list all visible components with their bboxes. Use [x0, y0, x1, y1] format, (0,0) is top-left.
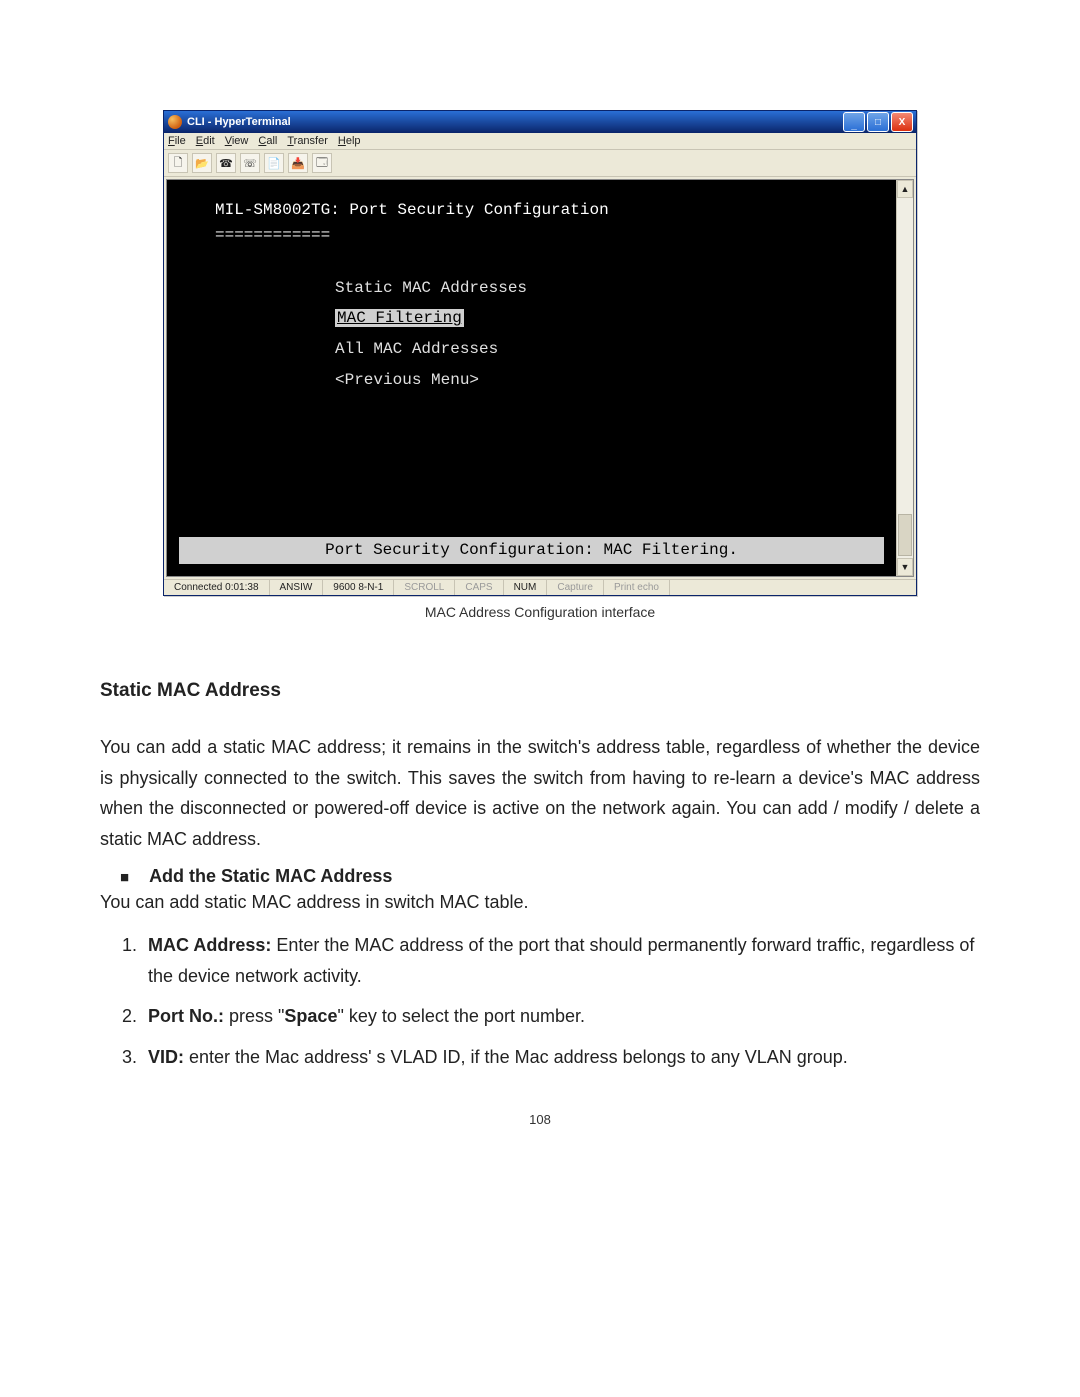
status-num: NUM	[504, 580, 548, 595]
status-emulation: ANSIW	[270, 580, 324, 595]
list-item: Port No.: press "Space" key to select th…	[142, 1001, 980, 1032]
window-close-button[interactable]: X	[891, 112, 913, 132]
receive-icon[interactable]: 📥	[288, 153, 308, 173]
status-connected: Connected 0:01:38	[164, 580, 270, 595]
menu-file[interactable]: File	[168, 135, 186, 147]
window-title: CLI - HyperTerminal	[187, 116, 843, 128]
paragraph: You can add a static MAC address; it rem…	[100, 732, 980, 854]
status-printecho: Print echo	[604, 580, 670, 595]
status-scroll: SCROLL	[394, 580, 455, 595]
window-maximize-button[interactable]: □	[867, 112, 889, 132]
menu-call[interactable]: Call	[258, 135, 277, 147]
status-caps: CAPS	[455, 580, 503, 595]
status-baud: 9600 8-N-1	[323, 580, 394, 595]
new-icon[interactable]: 🗋	[168, 153, 188, 173]
scroll-thumb[interactable]	[898, 514, 912, 556]
scroll-track[interactable]	[897, 198, 913, 558]
window-minimize-button[interactable]: _	[843, 112, 865, 132]
page-number: 108	[100, 1112, 980, 1127]
terminal-separator: ============	[215, 223, 884, 248]
send-icon[interactable]: 📄	[264, 153, 284, 173]
list-item: VID: enter the Mac address' s VLAD ID, i…	[142, 1042, 980, 1073]
hyperterminal-window: CLI - HyperTerminal _ □ X File Edit View…	[163, 110, 917, 596]
status-bar: Connected 0:01:38 ANSIW 9600 8-N-1 SCROL…	[164, 579, 916, 595]
call-icon[interactable]: ☎	[216, 153, 236, 173]
section-heading: Static MAC Address	[100, 680, 980, 702]
terminal-menu-item[interactable]: <Previous Menu>	[335, 368, 884, 393]
scrollbar[interactable]: ▲ ▼	[896, 180, 913, 576]
terminal-menu-item[interactable]: All MAC Addresses	[335, 337, 884, 362]
menu-edit[interactable]: Edit	[196, 135, 215, 147]
properties-icon[interactable]: 🗔	[312, 153, 332, 173]
terminal-header: MIL-SM8002TG: Port Security Configuratio…	[215, 198, 884, 223]
subheading-label: Add the Static MAC Address	[149, 866, 392, 887]
menu-transfer[interactable]: Transfer	[287, 135, 328, 147]
terminal-menu-item[interactable]: Static MAC Addresses	[335, 276, 884, 301]
status-capture: Capture	[547, 580, 604, 595]
menu-help[interactable]: Help	[338, 135, 361, 147]
paragraph: You can add static MAC address in switch…	[100, 887, 980, 918]
subheading: ■ Add the Static MAC Address	[100, 866, 980, 887]
scroll-down-icon[interactable]: ▼	[897, 558, 913, 576]
menubar: File Edit View Call Transfer Help	[164, 133, 916, 150]
hyperterminal-app-icon	[168, 115, 182, 129]
document-body: Static MAC Address You can add a static …	[100, 680, 980, 1072]
list-item: MAC Address: Enter the MAC address of th…	[142, 930, 980, 991]
menu-view[interactable]: View	[225, 135, 249, 147]
bullet-square-icon: ■	[120, 869, 129, 887]
terminal-menu: Static MAC Addresses MAC Filtering All M…	[215, 276, 884, 393]
toolbar: 🗋 📂 ☎ ☏ 📄 📥 🗔	[164, 150, 916, 177]
open-icon[interactable]: 📂	[192, 153, 212, 173]
titlebar: CLI - HyperTerminal _ □ X	[164, 111, 916, 133]
terminal-menu-item[interactable]: MAC Filtering	[335, 306, 884, 331]
terminal-screen[interactable]: MIL-SM8002TG: Port Security Configuratio…	[167, 180, 896, 576]
terminal-hint: Port Security Configuration: MAC Filteri…	[179, 537, 884, 564]
disconnect-icon[interactable]: ☏	[240, 153, 260, 173]
figure-caption: MAC Address Configuration interface	[100, 604, 980, 620]
scroll-up-icon[interactable]: ▲	[897, 180, 913, 198]
